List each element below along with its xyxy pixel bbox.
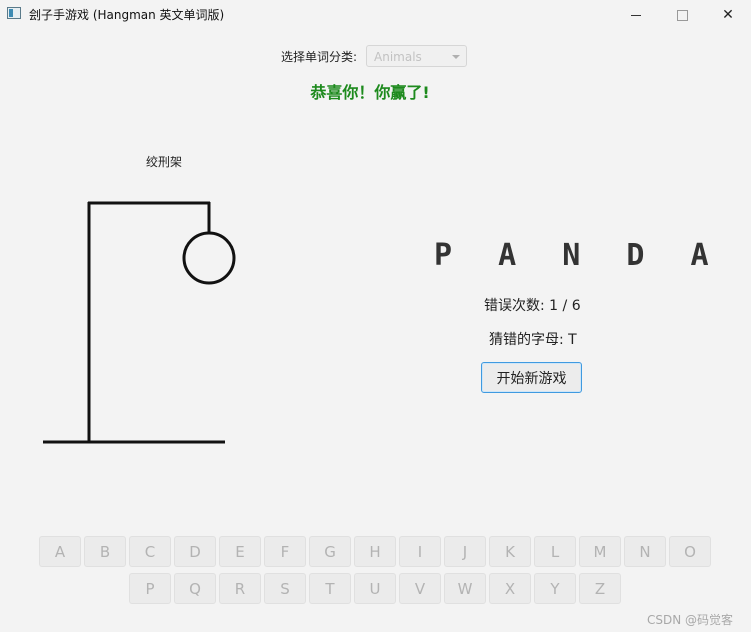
word-display: P A N D A xyxy=(434,238,723,273)
key-k[interactable]: K xyxy=(489,536,531,567)
key-a[interactable]: A xyxy=(39,536,81,567)
key-u[interactable]: U xyxy=(354,573,396,604)
key-l[interactable]: L xyxy=(534,536,576,567)
key-w[interactable]: W xyxy=(444,573,486,604)
keyboard-row-2: P Q R S T U V W X Y Z xyxy=(129,573,621,604)
key-h[interactable]: H xyxy=(354,536,396,567)
key-p[interactable]: P xyxy=(129,573,171,604)
key-q[interactable]: Q xyxy=(174,573,216,604)
hangman-head xyxy=(182,231,236,285)
key-b[interactable]: B xyxy=(84,536,126,567)
key-g[interactable]: G xyxy=(309,536,351,567)
wrong-letters: 猜错的字母: T xyxy=(489,332,577,348)
new-game-button[interactable]: 开始新游戏 xyxy=(481,362,582,393)
key-z[interactable]: Z xyxy=(579,573,621,604)
key-c[interactable]: C xyxy=(129,536,171,567)
key-n[interactable]: N xyxy=(624,536,666,567)
key-v[interactable]: V xyxy=(399,573,441,604)
watermark: CSDN @码觉客 xyxy=(647,613,734,627)
key-x[interactable]: X xyxy=(489,573,531,604)
key-s[interactable]: S xyxy=(264,573,306,604)
keyboard-row-1: A B C D E F G H I J K L M N O xyxy=(39,536,711,567)
wrong-count: 错误次数: 1 / 6 xyxy=(484,298,581,314)
key-e[interactable]: E xyxy=(219,536,261,567)
key-d[interactable]: D xyxy=(174,536,216,567)
key-t[interactable]: T xyxy=(309,573,351,604)
key-i[interactable]: I xyxy=(399,536,441,567)
key-y[interactable]: Y xyxy=(534,573,576,604)
key-m[interactable]: M xyxy=(579,536,621,567)
key-o[interactable]: O xyxy=(669,536,711,567)
key-f[interactable]: F xyxy=(264,536,306,567)
key-r[interactable]: R xyxy=(219,573,261,604)
key-j[interactable]: J xyxy=(444,536,486,567)
